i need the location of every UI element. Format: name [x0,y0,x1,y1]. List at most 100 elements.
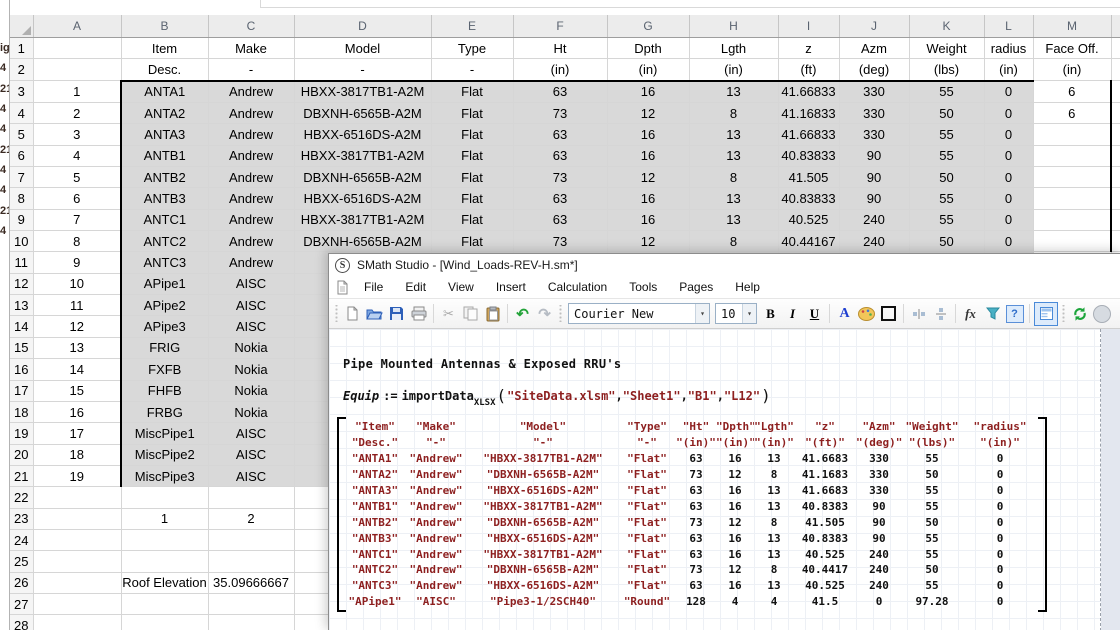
cell[interactable]: MiscPipe2 [121,444,208,465]
cell[interactable] [1033,209,1111,230]
cell[interactable]: 3 [33,124,121,145]
font-size-select[interactable]: 10 ▾ [715,303,757,324]
cell[interactable]: DBXNH-6565B-A2M [294,231,431,252]
cell[interactable]: Face Off. [1033,38,1111,59]
cell[interactable]: - [208,59,294,81]
column-header[interactable]: I [778,15,839,38]
menu-view[interactable]: View [437,278,485,296]
cell[interactable] [1111,124,1120,145]
cell[interactable]: DBXNH-6565B-A2M [294,103,431,124]
cell[interactable]: - [431,59,513,81]
cell[interactable]: 6 [1033,81,1111,103]
cell[interactable] [33,508,121,529]
cell[interactable]: 13 [33,337,121,358]
cell[interactable]: 0 [984,167,1033,188]
cell[interactable]: APipe1 [121,273,208,294]
cell[interactable]: 90 [839,188,909,209]
cell[interactable]: Item [121,38,208,59]
cell[interactable]: (deg) [839,59,909,81]
cell[interactable]: 16 [607,209,689,230]
paste-icon[interactable] [482,303,503,324]
cell[interactable]: 40.44167 [778,231,839,252]
cell[interactable]: 10 [33,273,121,294]
cell[interactable]: Andrew [208,231,294,252]
cell[interactable]: Flat [431,167,513,188]
menu-calculation[interactable]: Calculation [537,278,618,296]
row-header[interactable]: 7 [10,167,33,188]
cell[interactable] [1111,38,1120,59]
cell[interactable]: 330 [839,103,909,124]
column-header[interactable]: M [1033,15,1111,38]
cell[interactable]: Andrew [208,124,294,145]
cell[interactable]: 12 [607,167,689,188]
cell[interactable]: 0 [984,145,1033,166]
redo-icon[interactable]: ↷ [534,303,555,324]
cell[interactable]: Nokia [208,359,294,380]
cell[interactable]: (in) [513,59,607,81]
row-header[interactable]: 20 [10,444,33,465]
cell[interactable]: 73 [513,167,607,188]
row-header[interactable]: 12 [10,273,33,294]
cell[interactable]: 4 [33,145,121,166]
toolbar-grip[interactable] [334,305,339,322]
cell[interactable]: Flat [431,124,513,145]
cell[interactable]: FRBG [121,401,208,422]
cell[interactable]: AISC [208,316,294,337]
cell[interactable]: (lbs) [909,59,984,81]
cell[interactable]: ANTC3 [121,252,208,273]
column-header[interactable]: C [208,15,294,38]
cell[interactable]: 55 [909,124,984,145]
cell[interactable]: DBXNH-6565B-A2M [294,167,431,188]
cell[interactable]: (in) [607,59,689,81]
cell[interactable] [121,529,208,550]
cell[interactable]: (in) [1033,59,1111,81]
cell[interactable]: 40.83833 [778,145,839,166]
cell[interactable]: Azm [839,38,909,59]
cut-icon[interactable]: ✂ [438,303,459,324]
cell[interactable]: 14 [33,359,121,380]
cell[interactable] [1111,188,1120,209]
cell[interactable]: Andrew [208,145,294,166]
filter-icon[interactable] [982,303,1003,324]
cell[interactable]: 35.09666667 [208,572,294,593]
cell[interactable] [208,551,294,572]
row-header[interactable]: 5 [10,124,33,145]
cell[interactable]: Andrew [208,103,294,124]
cell[interactable] [1111,167,1120,188]
cell[interactable]: 13 [689,124,778,145]
cell[interactable]: 8 [689,103,778,124]
cell[interactable]: 8 [689,231,778,252]
cell[interactable]: Nokia [208,337,294,358]
cell[interactable]: AISC [208,295,294,316]
cell[interactable] [33,593,121,614]
row-header[interactable]: 28 [10,615,33,630]
cell[interactable] [33,487,121,508]
cell[interactable]: Make [208,38,294,59]
cell[interactable]: Nokia [208,380,294,401]
row-header[interactable]: 13 [10,295,33,316]
cell[interactable] [208,615,294,630]
cell[interactable] [1033,188,1111,209]
cell[interactable]: 63 [513,188,607,209]
cell[interactable]: 63 [513,81,607,103]
cell[interactable] [33,59,121,81]
cell[interactable]: ANTA3 [121,124,208,145]
print-icon[interactable] [408,303,429,324]
cell[interactable]: Andrew [208,81,294,103]
smath-canvas[interactable]: Pipe Mounted Antennas & Exposed RRU's Eq… [329,329,1120,630]
cell[interactable] [1111,231,1120,252]
cell[interactable] [208,593,294,614]
border-icon[interactable] [878,303,899,324]
row-header[interactable]: 18 [10,401,33,422]
cell[interactable] [33,615,121,630]
cell[interactable]: 6 [33,188,121,209]
cell[interactable]: 90 [839,167,909,188]
cell[interactable]: 19 [33,465,121,486]
column-header[interactable]: F [513,15,607,38]
cell[interactable] [33,529,121,550]
cell[interactable]: 41.505 [778,167,839,188]
cell[interactable]: 0 [984,209,1033,230]
cell[interactable]: HBXX-3817TB1-A2M [294,209,431,230]
cell[interactable]: FXFB [121,359,208,380]
cell[interactable]: 18 [33,444,121,465]
